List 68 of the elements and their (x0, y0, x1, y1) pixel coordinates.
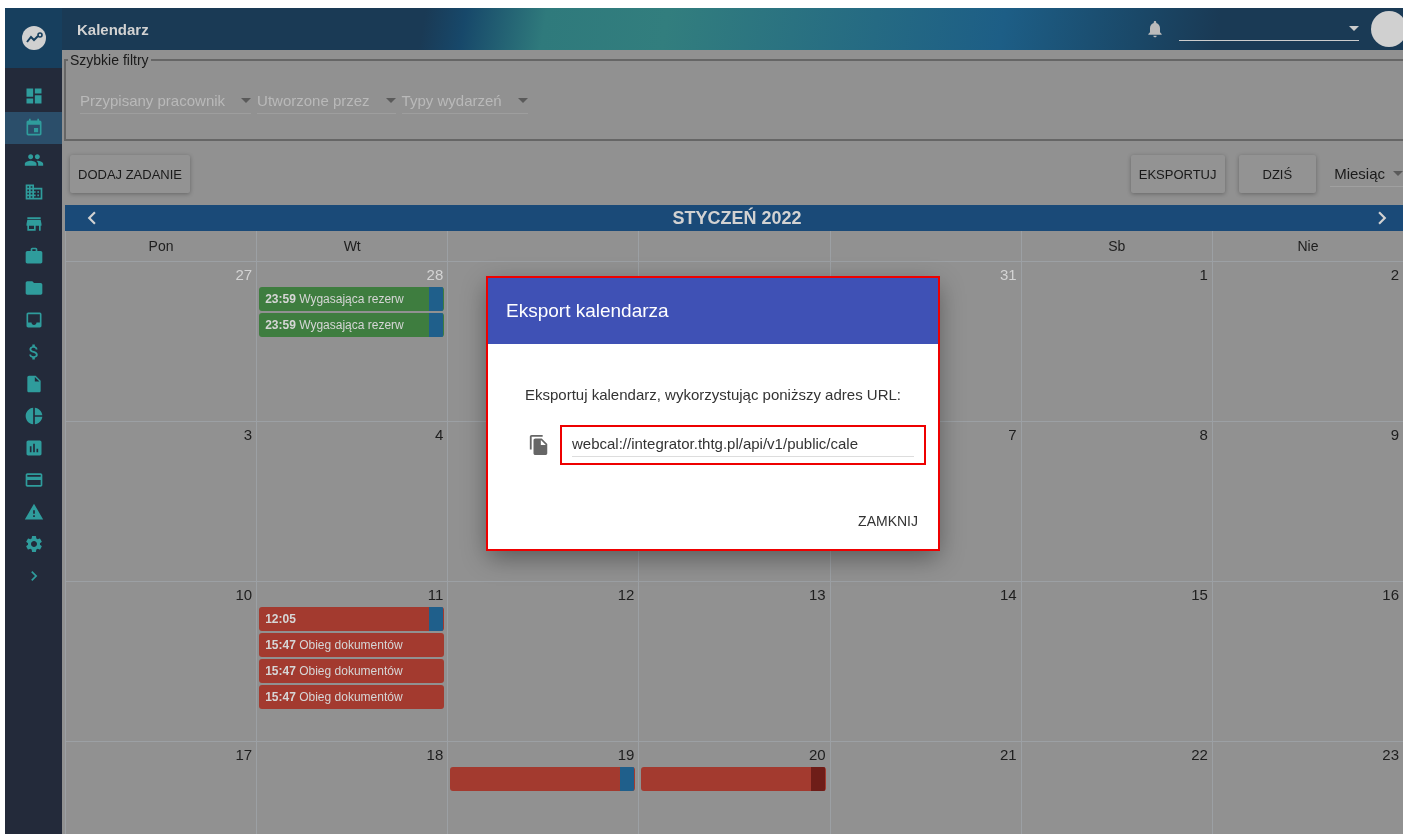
export-button[interactable]: EKSPORTUJ (1130, 155, 1225, 193)
sidebar-item[interactable] (5, 112, 62, 144)
caret-icon (517, 98, 528, 103)
caret-icon (241, 98, 252, 103)
day-number: 19 (617, 746, 635, 763)
logo-icon (20, 25, 47, 51)
calendar-event[interactable]: 15:47 Obieg dokumentów (259, 685, 445, 709)
caret-icon (385, 98, 396, 103)
event-label: 12:05 (265, 612, 296, 626)
event-label: 23:59 Wygasająca rezerw (265, 292, 404, 306)
settings-icon (23, 534, 44, 554)
event-label: 15:47 Obieg dokumentów (265, 638, 403, 652)
pie-chart-icon (23, 406, 44, 426)
day-number: 9 (1390, 426, 1399, 443)
day-number: 27 (235, 266, 253, 283)
month-title: STYCZEŃ 2022 (672, 207, 802, 229)
day-number: 21 (1000, 746, 1017, 763)
day-number: 12 (617, 586, 635, 603)
day-number: 22 (1191, 746, 1208, 763)
caret-icon (1349, 26, 1359, 31)
day-number: 17 (235, 746, 253, 763)
event-label: 15:47 Obieg dokumentów (265, 690, 403, 704)
building-icon (23, 182, 44, 202)
weekday-label: Sb (1108, 238, 1126, 254)
day-number: 7 (1008, 426, 1017, 443)
briefcase-icon (23, 246, 44, 266)
day-number: 31 (1000, 266, 1017, 283)
caret-icon (1393, 171, 1403, 176)
calendar-event[interactable]: 15:47 Obieg dokumentów (259, 633, 445, 657)
day-number: 10 (235, 586, 253, 603)
day-number: 11 (427, 586, 444, 603)
copy-icon[interactable] (528, 434, 550, 456)
view-select[interactable]: Miesiąc (1330, 161, 1403, 187)
calendar-event[interactable]: 12:05 (259, 607, 445, 631)
day-number: 15 (1191, 586, 1208, 603)
filters-legend: Szybkie filtry (68, 52, 151, 68)
card-icon (23, 470, 44, 490)
day-number: 1 (1199, 266, 1208, 283)
calendar-event[interactable]: 15:47 Obieg dokumentów (259, 659, 445, 683)
day-number: 8 (1199, 426, 1208, 443)
day-number: 4 (434, 426, 444, 443)
add-task-button[interactable]: DODAJ ZADANIE (70, 155, 190, 193)
folder-icon (23, 278, 44, 298)
calendar-event[interactable]: 23:59 Wygasająca rezerw (259, 287, 445, 311)
day-number: 14 (1000, 586, 1017, 603)
dialog-title: Eksport kalendarza (506, 300, 669, 322)
day-number: 2 (1390, 266, 1399, 283)
dialog-message: Eksportuj kalendarz, wykorzystując poniższy adres URL: (524, 386, 902, 403)
warning-icon (23, 502, 44, 522)
day-number: 13 (808, 586, 826, 603)
day-number: 16 (1382, 586, 1399, 603)
weekday-label: Wt (343, 238, 361, 254)
calendar-event[interactable]: 23:59 Wygasająca rezerw (259, 313, 445, 337)
event-label: 15:47 Obieg dokumentów (265, 664, 403, 678)
weekday-label: Nie (1297, 238, 1319, 254)
event-label: 23:59 Wygasająca rezerw (265, 318, 404, 332)
bell-icon[interactable] (1145, 19, 1165, 39)
day-number: 23 (1382, 746, 1399, 763)
avatar[interactable] (1371, 11, 1403, 47)
today-button[interactable]: DZIŚ (1238, 155, 1317, 193)
day-number: 18 (426, 746, 444, 763)
weekday-label: Pon (148, 238, 174, 254)
day-number: 28 (426, 266, 444, 283)
page-title: Kalendarz (77, 20, 150, 38)
day-number: 3 (243, 426, 253, 443)
url-field[interactable]: webcal://integrator.thtg.pl/api/v1/public/cale (562, 427, 924, 463)
close-button[interactable]: ZAMKNIJ (852, 507, 924, 535)
day-number: 20 (808, 746, 826, 763)
